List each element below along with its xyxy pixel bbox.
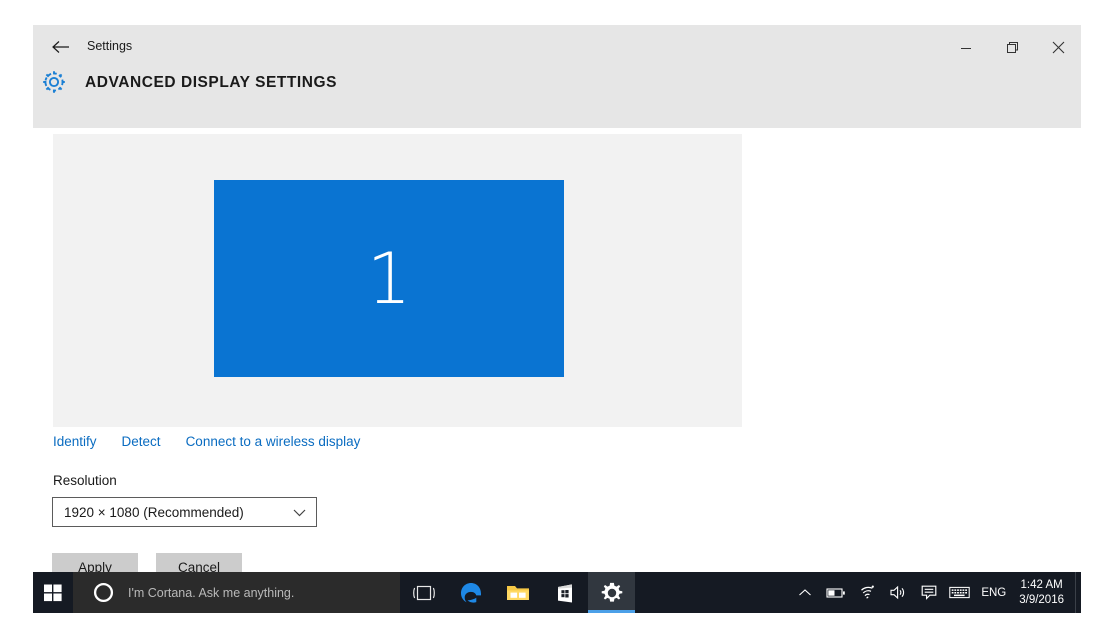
language-indicator[interactable]: ENG (975, 587, 1014, 599)
task-view-button[interactable] (400, 572, 447, 613)
network-button[interactable] (851, 572, 882, 613)
settings-gear-icon (40, 68, 68, 96)
back-arrow-icon (52, 41, 69, 53)
display-preview-panel: 1 (53, 134, 742, 427)
minimize-icon (961, 47, 971, 49)
keyboard-icon (949, 586, 971, 599)
show-desktop-button[interactable] (1075, 572, 1081, 613)
cortana-placeholder: I'm Cortana. Ask me anything. (128, 585, 295, 600)
volume-button[interactable] (882, 572, 913, 613)
chevron-down-icon (292, 506, 307, 524)
monitor-number: 1 (366, 237, 412, 320)
action-center-button[interactable] (913, 572, 944, 613)
taskbar: I'm Cortana. Ask me anything. ENG 1:42 A… (33, 572, 1081, 613)
monitor-tile-1[interactable]: 1 (214, 180, 564, 377)
resolution-selected-value: 1920 × 1080 (Recommended) (64, 504, 244, 520)
app-title: Settings (87, 39, 133, 53)
start-button[interactable] (33, 572, 73, 613)
speaker-icon (890, 585, 904, 600)
file-explorer-icon (506, 585, 529, 600)
battery-button[interactable] (820, 572, 851, 613)
battery-icon (826, 587, 845, 598)
windows-logo-icon (44, 584, 62, 601)
window-controls (943, 25, 1081, 70)
action-center-icon (921, 585, 937, 600)
task-view-icon (412, 585, 435, 600)
settings-content: 1 Identify Detect Connect to a wireless … (33, 129, 1081, 582)
title-bar: Settings (33, 25, 1081, 70)
touch-keyboard-button[interactable] (944, 572, 975, 613)
chevron-up-icon (798, 588, 811, 595)
clock[interactable]: 1:42 AM 3/9/2016 (1014, 578, 1075, 608)
clock-time: 1:42 AM (1020, 578, 1063, 591)
file-explorer-button[interactable] (494, 572, 541, 613)
settings-window: Settings 1 Identify Detect Connect to a … (33, 25, 1081, 582)
edge-icon (460, 582, 481, 603)
identify-link[interactable]: Identify (53, 434, 97, 449)
detect-link[interactable]: Detect (122, 434, 161, 449)
close-button[interactable] (1035, 25, 1081, 70)
edge-button[interactable] (447, 572, 494, 613)
settings-taskbar-button[interactable] (588, 572, 635, 613)
page-title: ADVANCED DISPLAY SETTINGS (85, 74, 338, 91)
close-icon (1052, 41, 1064, 54)
resolution-dropdown[interactable]: 1920 × 1080 (Recommended) (52, 497, 317, 527)
minimize-button[interactable] (943, 25, 989, 70)
display-action-links: Identify Detect Connect to a wireless di… (53, 434, 360, 449)
taskbar-app-buttons (400, 572, 635, 613)
restore-button[interactable] (989, 25, 1035, 70)
show-hidden-icons-button[interactable] (789, 572, 820, 613)
cortana-circle-icon (93, 582, 114, 603)
resolution-label: Resolution (53, 473, 117, 488)
store-button[interactable] (541, 572, 588, 613)
restore-icon (1006, 42, 1018, 53)
screen: Settings 1 Identify Detect Connect to a … (0, 0, 1110, 641)
system-tray: ENG 1:42 AM 3/9/2016 (789, 572, 1081, 613)
connect-wireless-display-link[interactable]: Connect to a wireless display (186, 434, 361, 449)
settings-icon (601, 582, 622, 602)
wifi-icon (860, 585, 874, 599)
clock-date: 3/9/2016 (1019, 593, 1064, 606)
cortana-search-box[interactable]: I'm Cortana. Ask me anything. (73, 572, 400, 613)
store-icon (557, 583, 572, 602)
back-button[interactable] (45, 32, 77, 62)
